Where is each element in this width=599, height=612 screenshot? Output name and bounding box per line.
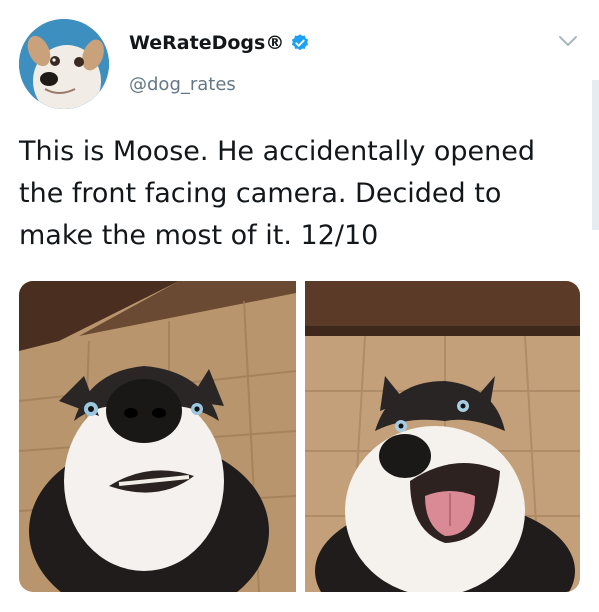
verified-badge-icon (292, 34, 309, 51)
display-name[interactable]: WeRateDogs® (129, 32, 310, 54)
scrollbar-track[interactable] (592, 80, 599, 230)
user-handle[interactable]: @dog_rates (129, 74, 236, 95)
user-avatar[interactable] (19, 19, 109, 109)
chevron-down-icon[interactable] (558, 34, 578, 48)
tweet-photo-1[interactable] (19, 281, 296, 592)
tweet-text-line: This is Moose. He accidentally opened (19, 136, 536, 167)
husky-photo-icon (19, 281, 296, 592)
tweet-text: This is Moose. He accidentally opened th… (19, 131, 584, 257)
tweet-text-line: the front facing camera. Decided to (19, 178, 502, 209)
husky-photo-icon (305, 281, 580, 592)
tweet-text-line: make the most of it. 12/10 (19, 220, 379, 251)
dog-avatar-icon (19, 19, 109, 109)
display-name-text: WeRateDogs® (129, 32, 285, 54)
tweet-photo-2[interactable] (305, 281, 580, 592)
